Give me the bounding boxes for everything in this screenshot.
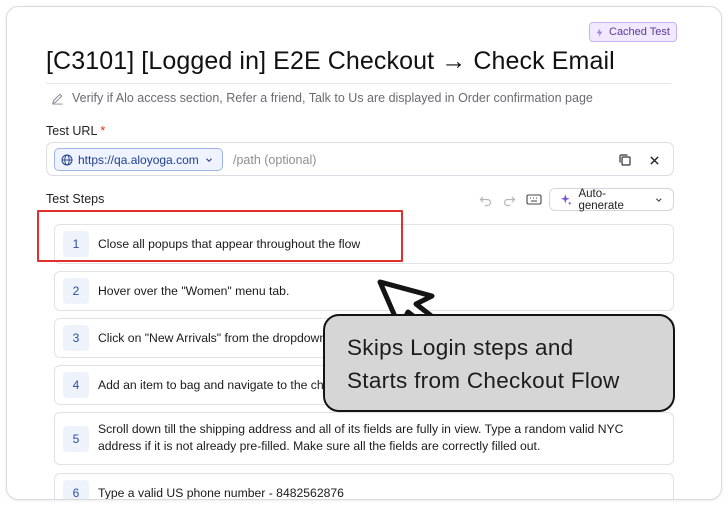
pencil-icon bbox=[52, 93, 63, 105]
callout-line-1: Skips Login steps and bbox=[347, 335, 574, 360]
annotation-callout: Skips Login steps and Starts from Checko… bbox=[323, 314, 675, 412]
domain-select[interactable]: https://qa.aloyoga.com bbox=[54, 148, 223, 171]
title-divider bbox=[46, 83, 671, 84]
page-title: [C3101] [Logged in] E2E Checkout → Check… bbox=[46, 47, 615, 75]
step-number: 4 bbox=[63, 372, 89, 398]
step-text: Scroll down till the shipping address an… bbox=[98, 422, 624, 453]
keyboard-icon[interactable] bbox=[526, 192, 542, 207]
test-steps-label: Test Steps bbox=[46, 192, 105, 206]
callout-line-2: Starts from Checkout Flow bbox=[347, 368, 620, 393]
auto-generate-label: Auto-generate bbox=[578, 187, 624, 212]
cached-test-label: Cached Test bbox=[609, 26, 670, 38]
chevron-down-icon bbox=[205, 157, 212, 162]
globe-icon bbox=[61, 154, 73, 165]
copy-icon bbox=[619, 154, 631, 166]
test-description[interactable]: Verify if Alo access section, Refer a fr… bbox=[51, 91, 593, 105]
test-url-field: https://qa.aloyoga.com bbox=[46, 142, 674, 176]
sparkle-bolt-icon bbox=[596, 27, 603, 37]
close-icon bbox=[649, 155, 659, 165]
test-step[interactable]: 6 Type a valid US phone number - 8482562… bbox=[54, 473, 674, 500]
test-url-label: Test URL * bbox=[46, 124, 105, 138]
chevron-down-icon bbox=[656, 197, 662, 202]
step-highlight-box bbox=[37, 210, 403, 262]
redo-icon[interactable] bbox=[502, 193, 516, 207]
step-number: 6 bbox=[63, 480, 89, 499]
cached-test-badge: Cached Test bbox=[589, 22, 677, 42]
undo-icon[interactable] bbox=[479, 193, 493, 207]
clear-url-button[interactable] bbox=[645, 151, 663, 169]
description-text: Verify if Alo access section, Refer a fr… bbox=[72, 91, 593, 105]
domain-value: https://qa.aloyoga.com bbox=[78, 152, 199, 167]
auto-generate-button[interactable]: Auto-generate bbox=[549, 187, 674, 212]
step-number: 3 bbox=[63, 325, 89, 351]
required-marker: * bbox=[100, 124, 106, 138]
sparkles-icon bbox=[560, 194, 572, 206]
test-step[interactable]: 5 Scroll down till the shipping address … bbox=[54, 412, 674, 465]
step-text: Type a valid US phone number - 848256287… bbox=[98, 486, 344, 500]
test-url-label-text: Test URL bbox=[46, 124, 98, 138]
test-step[interactable]: 2 Hover over the "Women" menu tab. bbox=[54, 271, 674, 311]
step-number: 5 bbox=[63, 426, 89, 452]
step-number: 2 bbox=[63, 278, 89, 304]
path-input[interactable] bbox=[233, 149, 573, 171]
copy-url-button[interactable] bbox=[616, 151, 634, 169]
